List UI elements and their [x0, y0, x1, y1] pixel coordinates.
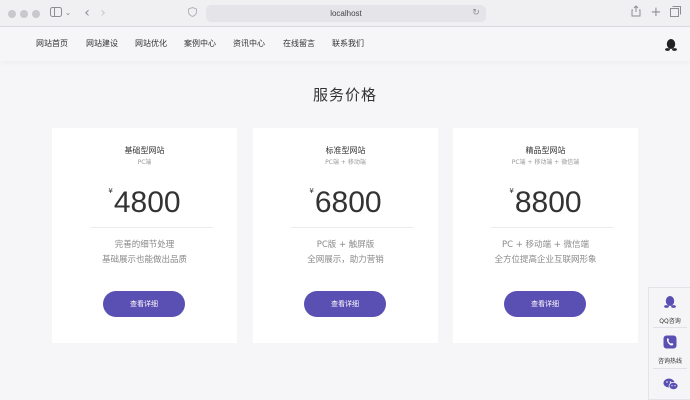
currency-symbol: ¥ [309, 187, 314, 195]
pricing-card-standard: 标准型网站 PC端 + 移动端 ¥6800 PC版 + 触屏版 全网展示，助力营… [253, 128, 438, 343]
wechat-icon [663, 376, 679, 390]
forward-icon[interactable]: › [96, 5, 110, 21]
nav-message[interactable]: 在线留言 [283, 27, 315, 61]
plan-description-line-1: 完善的细节处理 [114, 240, 175, 250]
nav-cases[interactable]: 案例中心 [184, 27, 216, 61]
currency-symbol: ¥ [509, 187, 514, 195]
plan-description-line-2: 全网展示，助力营销 [307, 255, 384, 265]
qq-consult-button[interactable]: QQ咨询 [649, 290, 690, 328]
pricing-card-premium: 精品型网站 PC端 + 移动端 + 微信端 ¥8800 PC + 移动端 + 微… [453, 128, 638, 343]
wechat-consult-button[interactable] [649, 372, 690, 400]
share-icon[interactable] [630, 5, 642, 21]
site-nav: 网站首页 网站建设 网站优化 案例中心 资讯中心 在线留言 联系我们 [0, 27, 690, 61]
phone-icon [663, 334, 677, 349]
hotline-label: 咨询热线 [657, 358, 682, 365]
floating-contact-panel: QQ咨询 咨询热线 [648, 287, 690, 400]
divider [291, 227, 414, 228]
plan-description: 完善的细节处理 基础展示也能做出品质 [52, 238, 237, 268]
nav-seo[interactable]: 网站优化 [135, 27, 167, 61]
back-icon[interactable]: ‹ [80, 5, 94, 21]
zoom-window-dot[interactable] [32, 10, 40, 18]
reload-icon[interactable]: ↻ [470, 5, 482, 21]
browser-toolbar: ⌄ ‹ › localhost ↻ + [0, 0, 690, 27]
privacy-icon[interactable] [186, 5, 198, 21]
qq-icon[interactable] [664, 37, 678, 51]
address-bar[interactable]: localhost ↻ [206, 5, 486, 22]
plan-price: ¥6800 [253, 183, 438, 223]
divider [653, 327, 687, 328]
qq-consult-label: QQ咨询 [659, 318, 681, 325]
plan-description: PC版 + 触屏版 全网展示，助力营销 [253, 238, 438, 268]
plan-name: 基础型网站 [124, 146, 165, 155]
plan-price: ¥4800 [52, 183, 237, 223]
close-window-dot[interactable] [8, 10, 16, 18]
divider [491, 227, 614, 228]
new-tab-icon[interactable]: + [650, 5, 662, 21]
currency-symbol: ¥ [108, 187, 113, 195]
price-amount: 6800 [314, 186, 382, 219]
plan-description-line-2: 全方位提高企业互联网形象 [494, 255, 597, 265]
nav-home[interactable]: 网站首页 [36, 27, 68, 61]
divider [90, 227, 213, 228]
nav-news[interactable]: 资讯中心 [233, 27, 265, 61]
section-title: 服务价格 [312, 86, 377, 104]
plan-name: 标准型网站 [325, 146, 366, 155]
tabs-overview-icon[interactable] [669, 5, 681, 21]
nav-website-build[interactable]: 网站建设 [86, 27, 118, 61]
url-text: localhost [330, 9, 362, 18]
hotline-button[interactable]: 咨询热线 [649, 330, 690, 368]
sidebar-icon[interactable] [48, 5, 64, 21]
plan-subtitle: PC端 [137, 159, 152, 166]
plan-description-line-2: 基础展示也能做出品质 [101, 255, 187, 265]
nav-contact[interactable]: 联系我们 [332, 27, 364, 61]
divider [653, 368, 687, 369]
price-amount: 4800 [113, 186, 181, 219]
minimize-window-dot[interactable] [20, 10, 28, 18]
plan-subtitle: PC端 + 移动端 + 微信端 [511, 159, 580, 166]
plan-description-line-1: PC版 + 触屏版 [316, 240, 375, 250]
pricing-card-basic: 基础型网站 PC端 ¥4800 完善的细节处理 基础展示也能做出品质 查看详细 [52, 128, 237, 343]
plan-description-line-1: PC + 移动端 + 微信端 [501, 240, 590, 250]
qq-icon [663, 294, 677, 308]
plan-description: PC + 移动端 + 微信端 全方位提高企业互联网形象 [453, 238, 638, 268]
chevron-down-icon[interactable]: ⌄ [64, 5, 72, 21]
price-amount: 8800 [514, 186, 582, 219]
view-details-button[interactable]: 查看详细 [103, 291, 185, 317]
plan-name: 精品型网站 [525, 146, 566, 155]
view-details-button[interactable]: 查看详细 [304, 291, 386, 317]
plan-subtitle: PC端 + 移动端 [325, 159, 366, 166]
view-details-button[interactable]: 查看详细 [504, 291, 586, 317]
plan-price: ¥8800 [453, 183, 638, 223]
